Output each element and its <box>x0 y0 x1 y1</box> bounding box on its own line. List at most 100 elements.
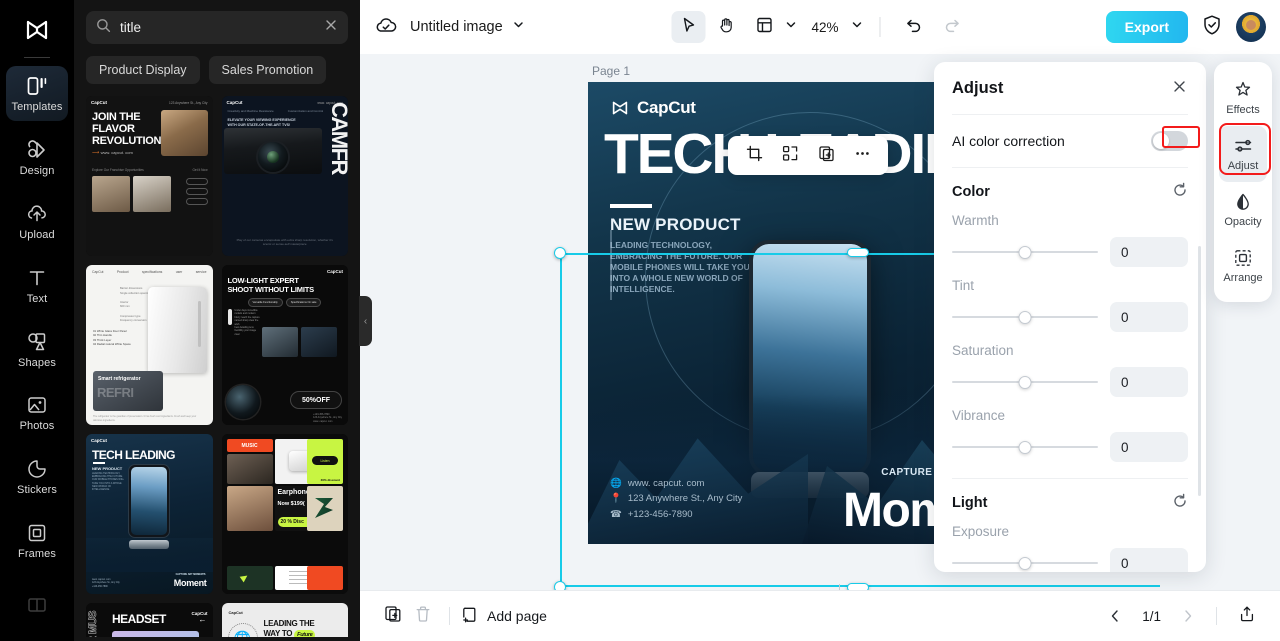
template-card-excellence[interactable]: CapCut 🌐 LEADING THE WAY TO Future EXCEL… <box>221 603 348 637</box>
capcut-logo-icon[interactable] <box>17 10 57 49</box>
adjust-panel-header: Adjust <box>934 62 1206 114</box>
prev-page-button[interactable] <box>1102 603 1128 629</box>
search-bar[interactable] <box>86 11 348 44</box>
template-card-tech-leading[interactable]: CapCut TECH LEADING NEW PRODUCT LEADING … <box>86 434 213 594</box>
thumb-offer: 50%OFF <box>290 391 342 409</box>
tab-opacity[interactable]: Opacity <box>1219 182 1267 238</box>
artboard-contact: 🌐 www. capcut. com 📍 123 Anywhere St., A… <box>610 476 742 523</box>
delete-page-button[interactable] <box>408 601 438 631</box>
document-title[interactable]: Untitled image <box>410 18 525 36</box>
sidebar-item-shapes[interactable]: Shapes <box>6 322 68 377</box>
template-card-camera[interactable]: CapCut www. capcut. com Creativity and M… <box>221 96 348 256</box>
chip-product-display[interactable]: Product Display <box>86 56 200 84</box>
template-card-headset[interactable]: OVE FOR MUS HEADSET CapCut ← $1199 <box>86 603 213 637</box>
vibrance-slider[interactable] <box>952 439 1098 455</box>
template-card-refrigerator[interactable]: CapCut Product specifications user servi… <box>86 265 213 425</box>
thumb-future-tag: Future <box>294 630 316 637</box>
warmth-value[interactable]: 0 <box>1110 237 1188 267</box>
document-title-label: Untitled image <box>410 19 503 35</box>
thumb-brand: CapCut <box>228 610 243 615</box>
add-page-button[interactable]: Add page <box>461 606 547 627</box>
thumb-url: www. capcut. com <box>100 150 133 155</box>
page-label: Page 1 <box>592 64 631 78</box>
template-grid: CapCut 123 Anywhere St., Any City JOIN T… <box>86 96 348 637</box>
sidebar-item-text[interactable]: Text <box>6 258 68 313</box>
undo-button[interactable] <box>897 11 931 43</box>
reset-icon[interactable] <box>1172 493 1188 513</box>
shield-check-icon[interactable] <box>1201 14 1223 41</box>
ai-color-correction-toggle[interactable] <box>1151 131 1188 151</box>
tint-slider[interactable] <box>952 309 1098 325</box>
bottom-bar: Add page 1/1 <box>360 590 1280 641</box>
thumb-listen: Listen <box>312 456 338 465</box>
tab-label: Arrange <box>1223 272 1263 284</box>
sidebar-item-more[interactable] <box>6 577 68 632</box>
sidebar-item-design[interactable]: Design <box>6 130 68 185</box>
duplicate-button[interactable] <box>810 141 842 171</box>
selection-handle-topleft[interactable] <box>554 247 566 259</box>
panel-scrollbar[interactable] <box>1198 246 1201 496</box>
next-page-button[interactable] <box>1175 603 1201 629</box>
tab-arrange[interactable]: Arrange <box>1219 238 1267 294</box>
tab-effects[interactable]: Effects <box>1219 70 1267 126</box>
section-divider <box>952 478 1188 479</box>
duplicate-page-button[interactable] <box>378 601 408 631</box>
selection-handle-bottom[interactable] <box>847 583 869 590</box>
tab-adjust[interactable]: Adjust <box>1219 126 1267 182</box>
thumb-line2: SHOOT WITHOUT LIMITS <box>227 285 315 294</box>
sidebar-item-upload[interactable]: Upload <box>6 194 68 249</box>
exposure-value[interactable]: 0 <box>1110 548 1188 572</box>
thumb-moment: Moment <box>173 578 207 588</box>
crop-button[interactable] <box>738 141 770 171</box>
export-button[interactable]: Export <box>1105 11 1188 43</box>
selection-handle-bottomleft[interactable] <box>554 581 566 590</box>
redo-button[interactable] <box>935 11 969 43</box>
thumb-line1: LEADING THE <box>263 619 315 628</box>
tint-value[interactable]: 0 <box>1110 302 1188 332</box>
user-avatar[interactable] <box>1236 12 1266 42</box>
adjust-panel-body[interactable]: Color Warmth 0 Tint 0 Saturation 0 Vibra… <box>934 168 1206 572</box>
export-page-button[interactable] <box>1232 601 1262 631</box>
more-button[interactable] <box>846 141 878 171</box>
sidebar-item-photos[interactable]: Photos <box>6 386 68 441</box>
exposure-slider[interactable] <box>952 555 1098 571</box>
trash-icon <box>414 605 432 628</box>
close-icon[interactable] <box>324 18 338 37</box>
sidebar-item-templates[interactable]: Templates <box>6 66 68 122</box>
sidebar-item-frames[interactable]: Frames <box>6 513 68 568</box>
zoom-caret-icon[interactable] <box>851 18 864 36</box>
chevron-down-icon[interactable] <box>512 18 525 36</box>
thumb-brand: CapCut <box>327 269 343 274</box>
template-card-flavor[interactable]: CapCut 123 Anywhere St., Any City JOIN T… <box>86 96 213 256</box>
thumb-music-tag: MUSIC <box>226 439 273 452</box>
thumb-nav: Product <box>116 270 129 274</box>
control-label: Exposure <box>952 524 1010 539</box>
thumb-headline: ELEVATE YOUR VIEWING EXPERIENCE WITH OUR… <box>227 118 296 127</box>
cloud-saved-icon[interactable] <box>374 13 398 42</box>
replace-button[interactable] <box>774 141 806 171</box>
template-card-earphone[interactable]: MUSIC Listen 30% discount Earphone ! Now… <box>221 434 348 594</box>
template-card-lowlight[interactable]: CapCut LOW-LIGHT EXPERT SHOOT WITHOUT LI… <box>221 265 348 425</box>
sidebar-item-stickers[interactable]: Stickers <box>6 449 68 504</box>
hand-tool-button[interactable] <box>709 11 743 43</box>
layout-tool-button[interactable] <box>747 11 781 43</box>
tab-label: Opacity <box>1224 216 1262 228</box>
shapes-icon <box>25 330 49 354</box>
vibrance-value[interactable]: 0 <box>1110 432 1188 462</box>
rail-divider <box>24 57 50 59</box>
search-input[interactable] <box>120 20 315 35</box>
collapse-panel-button[interactable]: ‹ <box>359 296 372 346</box>
element-float-toolbar <box>728 136 888 175</box>
warmth-slider[interactable] <box>952 244 1098 260</box>
close-icon[interactable] <box>1171 78 1188 98</box>
control-tint: Tint 0 <box>952 278 1188 332</box>
saturation-value[interactable]: 0 <box>1110 367 1188 397</box>
zoom-level[interactable]: 42% <box>811 20 838 35</box>
add-page-label: Add page <box>487 608 547 624</box>
chip-sales-promotion[interactable]: Sales Promotion <box>208 56 327 84</box>
layout-caret-icon[interactable] <box>784 18 797 36</box>
select-tool-button[interactable] <box>671 11 706 43</box>
saturation-slider[interactable] <box>952 374 1098 390</box>
artboard-description: LEADING TECHNOLOGY, EMBRACING THE FUTURE… <box>610 240 750 294</box>
reset-icon[interactable] <box>1172 182 1188 202</box>
